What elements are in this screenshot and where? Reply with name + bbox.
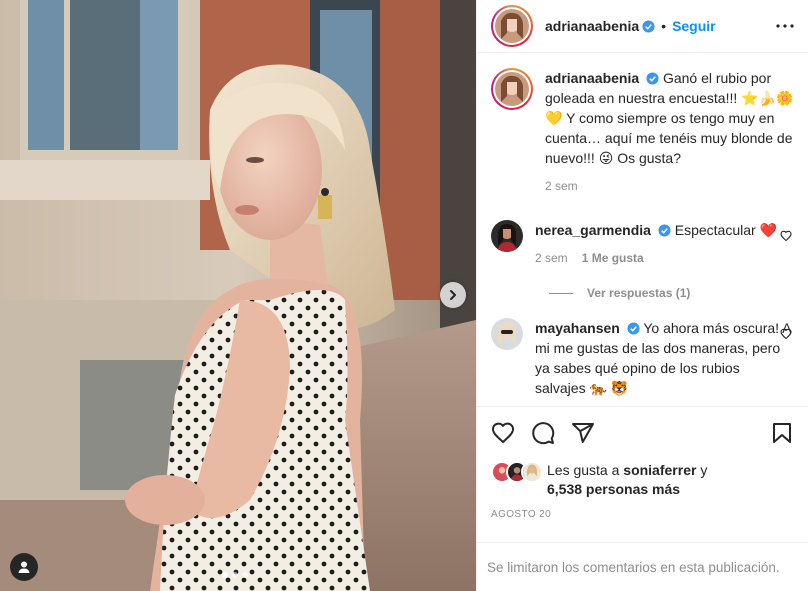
caption-avatar[interactable] bbox=[491, 68, 533, 110]
follow-button[interactable]: Seguir bbox=[672, 18, 716, 34]
post-media[interactable] bbox=[0, 0, 476, 591]
carousel-dot bbox=[232, 572, 238, 578]
heart-icon bbox=[491, 422, 515, 444]
comment-button[interactable] bbox=[531, 421, 555, 445]
separator-dot: • bbox=[661, 18, 667, 34]
instagram-post: adrianaabenia • Seguir adrianaabenia Gan… bbox=[0, 0, 808, 591]
carousel-indicator bbox=[222, 572, 248, 578]
save-button[interactable] bbox=[770, 421, 794, 445]
comments-limited-notice: Se limitaron los comentarios en esta pub… bbox=[477, 542, 808, 591]
comment-username[interactable]: mayahansen bbox=[535, 320, 620, 336]
likes-conjunction: y bbox=[700, 462, 708, 478]
likes-summary: Les gusta a soniaferrer y 6,538 personas… bbox=[491, 461, 794, 499]
post-header: adrianaabenia • Seguir bbox=[477, 0, 808, 53]
comment-username[interactable]: nerea_garmendia bbox=[535, 222, 651, 238]
comment-item: nerea_garmendia Espectacular ❤️ 2 sem 1 … bbox=[491, 220, 794, 268]
liker-avatars bbox=[491, 461, 543, 483]
post-actions: Les gusta a soniaferrer y 6,538 personas… bbox=[477, 406, 808, 520]
user-tag-icon bbox=[18, 561, 30, 573]
chevron-right-icon bbox=[450, 290, 456, 300]
verified-icon bbox=[646, 72, 659, 85]
caption-timestamp[interactable]: 2 sem bbox=[545, 176, 578, 196]
caption: adrianaabenia Ganó el rubio por goleada … bbox=[491, 68, 794, 196]
carousel-dot bbox=[222, 572, 228, 578]
save-icon bbox=[773, 423, 791, 443]
caption-username[interactable]: adrianaabenia bbox=[545, 70, 639, 86]
post-photo bbox=[0, 0, 476, 591]
share-button[interactable] bbox=[571, 421, 595, 445]
view-replies-label: Ver respuestas (1) bbox=[587, 286, 691, 300]
verified-icon bbox=[627, 322, 640, 335]
avatar-image bbox=[495, 72, 529, 106]
more-options-button[interactable] bbox=[776, 24, 794, 28]
comment-timestamp[interactable]: 2 sem bbox=[535, 248, 568, 268]
likes-prefix: Les gusta a bbox=[547, 462, 620, 478]
comment-item: mayahansen Yo ahora más oscura! A mi me … bbox=[491, 318, 794, 398]
comment-text: Espectacular ❤️ bbox=[674, 222, 777, 238]
like-button[interactable] bbox=[491, 421, 515, 445]
tagged-users-button[interactable] bbox=[10, 553, 38, 581]
commenter-avatar[interactable] bbox=[491, 318, 523, 350]
share-icon bbox=[572, 423, 594, 443]
author-username[interactable]: adrianaabenia bbox=[545, 18, 639, 34]
verified-icon bbox=[658, 224, 671, 237]
comments-list[interactable]: adrianaabenia Ganó el rubio por goleada … bbox=[477, 54, 808, 406]
more-icon bbox=[776, 24, 794, 28]
comment-like-count[interactable]: 1 Me gusta bbox=[582, 248, 644, 268]
next-slide-button[interactable] bbox=[440, 282, 466, 308]
view-replies-button[interactable]: Ver respuestas (1) bbox=[549, 286, 794, 300]
heart-icon[interactable] bbox=[780, 230, 792, 242]
verified-icon bbox=[642, 19, 655, 33]
likes-count[interactable]: 6,538 personas más bbox=[547, 481, 680, 497]
liker-avatar[interactable] bbox=[521, 461, 543, 483]
author-avatar[interactable] bbox=[491, 5, 533, 47]
post-info-panel: adrianaabenia • Seguir adrianaabenia Gan… bbox=[476, 0, 808, 591]
commenter-avatar[interactable] bbox=[491, 220, 523, 252]
carousel-dot bbox=[242, 572, 248, 578]
comment-icon bbox=[532, 422, 555, 445]
heart-icon[interactable] bbox=[780, 328, 792, 340]
avatar-image bbox=[495, 9, 529, 43]
post-date[interactable]: AGOSTO 20 bbox=[491, 509, 794, 520]
liker-username[interactable]: soniaferrer bbox=[623, 462, 696, 478]
